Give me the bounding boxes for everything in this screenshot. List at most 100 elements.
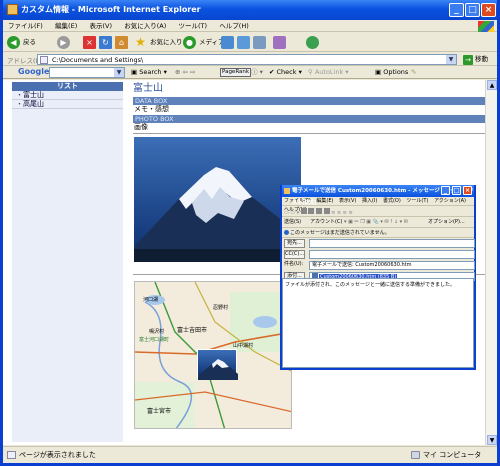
menu-favorites[interactable]: お気に入り(A) (119, 20, 171, 32)
image-label: 画像 (134, 123, 148, 131)
google-logo[interactable]: Google (18, 67, 49, 76)
status-text: ページが表示されました (19, 451, 96, 459)
menu-bar: ファイル(F) 編集(E) 表示(V) お気に入り(A) ツール(T) ヘルプ(… (3, 20, 497, 32)
email-body[interactable]: ファイルが添付され、このメッセージと一緒に送信する準備ができました。 (282, 278, 474, 368)
options-button[interactable]: ▣ Options (375, 67, 408, 78)
google-search-button[interactable]: ▣ Search ▾ (131, 67, 167, 78)
map-label-kawaguchiko: 河口湖 (143, 297, 159, 303)
media-button[interactable]: ● メディア (183, 35, 225, 50)
maximize-button[interactable]: □ (465, 3, 480, 17)
email-menu-action[interactable]: アクション(A) (432, 198, 468, 204)
menu-edit[interactable]: 編集(E) (50, 20, 82, 32)
email-menu-insert[interactable]: 挿入(I) (360, 198, 379, 204)
forward-arrow-icon: ▶ (57, 36, 70, 49)
email-info-bar: このメッセージはまだ送信されていません。 (282, 228, 474, 238)
scroll-up-icon[interactable]: ▲ (487, 80, 497, 90)
email-menu-edit[interactable]: 編集(E) (314, 198, 335, 204)
to-input[interactable] (309, 239, 475, 248)
back-button[interactable]: ◀ 戻る (7, 35, 36, 50)
google-search-input[interactable]: ▼ (49, 67, 125, 78)
send-button[interactable]: 送信(S) (284, 217, 301, 228)
vertical-scrollbar[interactable]: ▲ ▼ (485, 80, 497, 445)
mail-button[interactable] (237, 35, 250, 50)
page-icon (40, 56, 48, 64)
cc-button[interactable]: CC(C)... (284, 250, 305, 259)
go-button[interactable]: → 移動 (463, 54, 488, 65)
scroll-down-icon[interactable]: ▼ (487, 435, 497, 445)
history-button[interactable] (221, 35, 234, 50)
menu-view[interactable]: 表示(V) (84, 20, 117, 32)
star-icon: ★ (135, 35, 146, 49)
back-arrow-icon: ◀ (7, 36, 20, 49)
check-button[interactable]: ✔ Check ▾ (269, 67, 302, 78)
favorites-label: お気に入り (150, 38, 183, 46)
autolink-button[interactable]: ⚲ AutoLink ▾ (308, 67, 349, 78)
google-toolbar: Google ▼ ▣ Search ▾ ⊕ ⇦ ⇨ PageRank ⓘ ▾ ✔… (3, 66, 497, 79)
status-bar: ページが表示されました マイ コンピュータ (3, 446, 497, 463)
back-label: 戻る (23, 38, 36, 46)
options-button-email[interactable]: オプション(P)... (428, 217, 465, 228)
windows-logo-icon (478, 21, 494, 32)
email-icon (284, 188, 290, 194)
map-label-fujiyoshida: 富士吉田市 (177, 327, 208, 334)
info-icon (284, 230, 289, 235)
info-icon[interactable]: ⓘ ▾ (251, 67, 263, 78)
mountain-image (134, 167, 301, 262)
check-label: Check (276, 68, 297, 76)
email-menu-tools[interactable]: ツール(T) (404, 198, 430, 204)
forward-button[interactable]: ▶ (57, 35, 71, 50)
messenger-button[interactable] (306, 35, 319, 50)
refresh-icon: ↻ (99, 36, 112, 49)
options-label: Options (383, 68, 409, 76)
sidebar-item-fuji[interactable]: 富士山 (12, 91, 123, 100)
map-label-oshino: 忍野村 (213, 305, 229, 311)
map-label-fujikawaguchiko: 富士河口湖町 (139, 337, 170, 343)
mountain-thumbnail-image (198, 359, 238, 380)
print-button[interactable] (253, 35, 266, 50)
account-button[interactable]: アカウント(C) (310, 217, 342, 228)
pencil-icon[interactable]: ✎ (411, 67, 416, 78)
menu-file[interactable]: ファイル(F) (3, 20, 48, 32)
home-button[interactable]: ⌂ (115, 35, 131, 50)
window-title: カスタム情報 - Microsoft Internet Explorer (21, 5, 201, 14)
google-nav-icons[interactable]: ⊕ ⇦ ⇨ (175, 67, 195, 78)
toolbar: ◀ 戻る ▶ × ↻ ⌂ ★ お気に入り ● メディア (3, 33, 497, 52)
email-close-button[interactable]: × (463, 186, 472, 195)
refresh-button[interactable]: ↻ (99, 35, 115, 50)
mount-fuji-photo (134, 137, 301, 262)
pagerank-button[interactable]: PageRank (220, 68, 252, 77)
subject-label: 件名(U): (284, 261, 304, 267)
chevron-down-icon[interactable]: ▼ (446, 55, 456, 64)
edit-button[interactable] (273, 35, 286, 50)
area-map: 河口湖 富士吉田市 忍野村 山中湖村 鳴沢村 富士宮市 富士河口湖町 (134, 281, 292, 429)
address-input[interactable]: C:\Documents and Settings\ ▼ (37, 54, 457, 65)
subject-input[interactable]: 電子メールで送信: Custom20060630.htm (309, 261, 475, 270)
memo-label: メモ・感想 (134, 105, 169, 113)
photo-box-header: PHOTO BOX (133, 115, 485, 123)
send-tools-icons[interactable]: ▾ ▣ ✂ ❐ ▣ 📎 ▾ ✉ ! ↓ ▾ ✉ (344, 217, 408, 228)
close-button[interactable]: × (481, 3, 496, 17)
email-title-bar: 電子メールで送信 Custom20060630.htm - メッセージ (リッチ… (282, 185, 474, 206)
sidebar: リスト 富士山 高尾山 (12, 82, 123, 442)
messenger-icon (306, 36, 319, 49)
map-label-fujinomiya: 富士宮市 (147, 408, 172, 415)
menu-help[interactable]: ヘルプ(H) (214, 20, 253, 32)
minimize-button[interactable]: _ (449, 3, 464, 17)
email-menu-format[interactable]: 書式(O) (381, 198, 403, 204)
sidebar-item-takao[interactable]: 高尾山 (12, 100, 123, 109)
email-maximize-button[interactable]: □ (452, 186, 461, 195)
cc-input[interactable] (309, 250, 475, 259)
menu-tools[interactable]: ツール(T) (174, 20, 213, 32)
email-menu-view[interactable]: 表示(V) (337, 198, 358, 204)
print-icon (253, 36, 266, 49)
stop-button[interactable]: × (83, 35, 99, 50)
computer-icon (411, 451, 420, 459)
favorites-button[interactable]: ★ お気に入り (134, 35, 183, 50)
sidebar-heading: リスト (12, 82, 123, 91)
email-minimize-button[interactable]: _ (441, 186, 450, 195)
google-logo-text: Google (18, 67, 50, 76)
zone-text: マイ コンピュータ (423, 451, 482, 459)
chevron-down-icon[interactable]: ▼ (114, 68, 124, 77)
to-button[interactable]: 宛先... (284, 239, 305, 248)
divider (133, 133, 485, 134)
